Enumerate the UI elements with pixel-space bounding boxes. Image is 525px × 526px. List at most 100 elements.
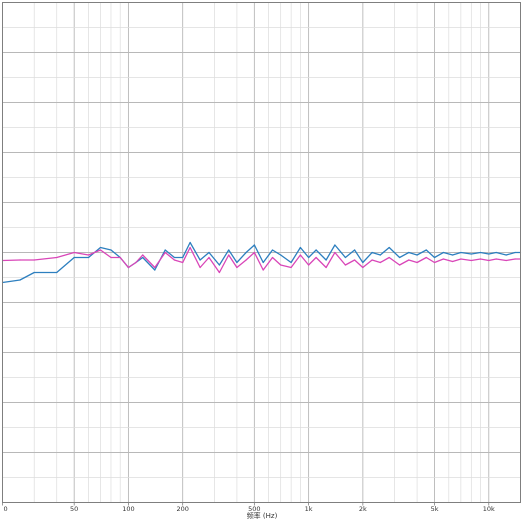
series-2-point [315,256,317,259]
series-1-point [142,256,144,259]
series-2-point [514,258,516,260]
series-1-point [253,244,255,246]
chart-background [0,0,525,526]
series-1-point [460,251,462,254]
series-2-point [488,259,490,262]
series-1-point [495,251,497,254]
series-1-point [236,261,238,264]
series-2-point [110,256,112,259]
series-2-point [127,266,129,269]
series-2-point [344,264,346,266]
series-1-point [344,256,346,259]
series-1-point [173,256,175,259]
series-2-point [228,254,230,256]
series-1-point [399,256,401,259]
series-1-point [73,256,75,259]
series-2-point [208,256,210,259]
series-2-point [173,259,175,261]
x-tick-label: 200 [176,505,188,513]
series-1-point [325,259,327,261]
series-2-point [433,261,436,264]
series-1-point [362,261,364,264]
series-1-point [262,261,264,264]
series-1-point [99,246,102,249]
series-2-point [135,261,137,264]
series-1-point [154,269,156,271]
series-1-point [245,251,247,254]
series-1-point [33,271,35,274]
series-1-point [56,271,58,274]
series-2-point [164,251,166,254]
series-2-point [19,259,21,261]
series-2-point [442,258,444,260]
series-2-point [460,258,462,260]
series-1-point [271,249,274,251]
x-tick-label: 5k [431,505,439,513]
series-2-point [56,256,58,259]
series-2-point [408,259,410,261]
series-1-point [371,251,373,254]
series-1-point [299,246,301,249]
series-2-point [290,266,292,269]
series-1-point [488,253,490,255]
series-1-point [218,264,220,266]
series-1-point [228,249,230,251]
series-2-point [299,254,301,256]
series-2-point [33,259,35,261]
series-2-point [142,254,144,256]
series-1-point [280,254,282,256]
series-2-point [189,246,191,249]
series-2-point [199,266,201,269]
x-tick-label: 100 [122,505,134,513]
series-1-point [505,254,507,256]
series-1-point [110,249,112,251]
series-2-point [182,261,184,264]
series-2-point [362,266,364,269]
series-2-point [280,264,282,266]
chart: 0 50 100 200 500 1k 2k 5k 10k 频率 (Hz) [0,0,525,526]
series-1-point [433,256,436,259]
series-1-point [514,251,516,254]
series-2-point [119,256,121,259]
series-2-point [325,266,327,269]
series-2-point [236,266,238,269]
series-2-point [245,259,247,261]
frequency-response-chart: 0 50 100 200 500 1k 2k 5k 10k 频率 (Hz) [0,0,525,526]
x-tick-label: 10k [483,505,495,513]
series-2-point [73,251,75,254]
series-1-point [388,246,390,249]
series-2-point [388,256,390,259]
series-2-point [87,254,90,256]
series-1-point [87,256,90,259]
series-1-point [379,254,381,256]
series-2-point [371,259,373,261]
series-2-point [99,249,102,251]
series-2-point [334,251,336,254]
series-2-point [354,259,356,261]
series-1-point [354,249,356,251]
x-axis-label: 频率 (Hz) [247,511,278,520]
series-2-point [505,259,507,262]
series-1-point [308,256,310,259]
series-1-point [416,254,418,256]
series-2-point [271,256,274,259]
series-2-point [399,264,401,266]
series-2-point [479,258,482,260]
series-2-point [416,261,418,264]
series-1-point [334,244,336,246]
series-1-point [189,241,191,244]
series-2-point [452,260,454,263]
series-1-point [408,251,410,254]
series-2-point [218,271,220,274]
series-1-point [425,249,427,251]
series-1-point [479,251,482,254]
series-1-point [19,279,21,281]
series-2-point [154,266,156,269]
series-1-point [208,251,210,254]
series-1-point [164,249,166,251]
series-1-point [290,261,292,264]
series-2-point [308,264,310,266]
series-1-point [442,251,444,254]
series-2-point [425,256,427,259]
series-2-point [262,269,264,271]
